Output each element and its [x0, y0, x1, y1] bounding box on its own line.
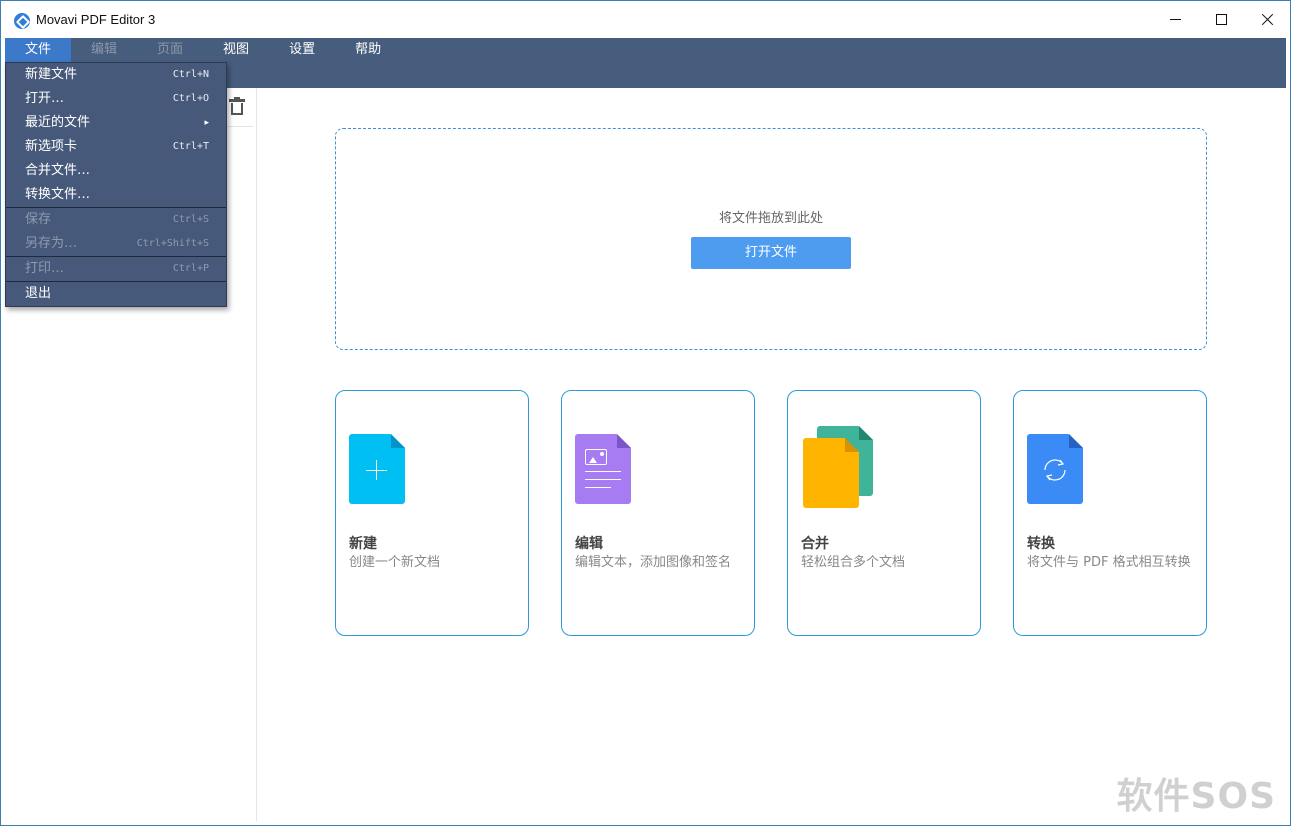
window-title: Movavi PDF Editor 3	[36, 12, 156, 27]
edit-document-icon	[575, 434, 631, 504]
card-title: 转换	[1027, 536, 1055, 552]
card-description: 编辑文本，添加图像和签名	[575, 555, 732, 570]
card-merge[interactable]: 合并 轻松组合多个文档	[787, 390, 981, 636]
menu-item-label: 另存为…	[25, 236, 78, 251]
submenu-arrow-icon: ▸	[204, 118, 209, 128]
menu-item-open[interactable]: 打开… Ctrl+O	[6, 87, 226, 111]
menu-item-label: 最近的文件	[25, 115, 91, 130]
app-window: Movavi PDF Editor 3 文件 编辑 页面 视图 设置 帮助 新建…	[0, 0, 1291, 826]
app-logo-icon	[14, 13, 30, 29]
menu-item-label: 合并文件…	[25, 163, 91, 178]
menu-item-new-tab[interactable]: 新选项卡 Ctrl+T	[6, 135, 226, 159]
file-drop-zone[interactable]: 将文件拖放到此处 打开文件	[335, 128, 1207, 350]
menu-page[interactable]: 页面	[137, 38, 203, 62]
menu-edit[interactable]: 编辑	[71, 38, 137, 62]
minimize-icon	[1169, 19, 1181, 20]
card-edit[interactable]: 编辑 编辑文本，添加图像和签名	[561, 390, 755, 636]
menu-settings[interactable]: 设置	[269, 38, 335, 62]
menu-item-label: 打印…	[25, 261, 65, 276]
menu-item-label: 退出	[25, 286, 52, 301]
menu-view[interactable]: 视图	[203, 38, 269, 62]
card-new[interactable]: 新建 创建一个新文档	[335, 390, 529, 636]
menu-item-save[interactable]: 保存 Ctrl+S	[6, 208, 226, 232]
shortcut-label: Ctrl+N	[172, 69, 209, 80]
menu-item-label: 新选项卡	[25, 139, 78, 154]
menu-bar: 文件 编辑 页面 视图 设置 帮助	[5, 38, 401, 62]
card-description: 轻松组合多个文档	[801, 555, 906, 570]
shortcut-label: Ctrl+Shift+S	[136, 238, 209, 249]
open-file-button[interactable]: 打开文件	[691, 237, 851, 269]
trash-icon[interactable]	[229, 97, 245, 115]
card-title: 新建	[349, 536, 377, 552]
watermark: 软件SOS	[1116, 776, 1276, 817]
menu-item-convert-files[interactable]: 转换文件…	[6, 183, 226, 207]
maximize-button[interactable]	[1198, 1, 1244, 38]
menu-item-label: 转换文件…	[25, 187, 91, 202]
menu-item-print[interactable]: 打印… Ctrl+P	[6, 257, 226, 281]
menu-item-new-file[interactable]: 新建文件 Ctrl+N	[6, 63, 226, 87]
title-bar: Movavi PDF Editor 3	[1, 1, 1290, 38]
card-title: 编辑	[575, 536, 603, 552]
shortcut-label: Ctrl+O	[172, 93, 209, 104]
menu-item-save-as[interactable]: 另存为… Ctrl+Shift+S	[6, 232, 226, 256]
card-description: 创建一个新文档	[349, 555, 441, 570]
merge-documents-icon	[801, 426, 873, 510]
menu-item-recent-files[interactable]: 最近的文件 ▸	[6, 111, 226, 135]
menu-item-label: 新建文件	[25, 67, 78, 82]
shortcut-label: Ctrl+T	[172, 141, 209, 152]
maximize-icon	[1215, 14, 1227, 25]
menu-item-exit[interactable]: 退出	[6, 282, 226, 306]
card-convert[interactable]: 转换 将文件与 PDF 格式相互转换	[1013, 390, 1207, 636]
menu-item-label: 保存	[25, 212, 52, 227]
menu-help[interactable]: 帮助	[335, 38, 401, 62]
convert-document-icon	[1027, 434, 1083, 504]
menu-item-label: 打开…	[25, 91, 65, 106]
shortcut-label: Ctrl+P	[172, 263, 209, 274]
drop-hint-text: 将文件拖放到此处	[718, 211, 823, 226]
menu-file[interactable]: 文件	[5, 38, 72, 62]
file-menu-dropdown: 新建文件 Ctrl+N 打开… Ctrl+O 最近的文件 ▸ 新选项卡 Ctrl…	[5, 62, 227, 307]
card-description: 将文件与 PDF 格式相互转换	[1027, 555, 1191, 570]
close-icon	[1261, 13, 1274, 26]
card-title: 合并	[801, 536, 829, 552]
new-document-icon	[349, 434, 405, 504]
menu-item-merge-files[interactable]: 合并文件…	[6, 159, 226, 183]
shortcut-label: Ctrl+S	[172, 214, 209, 225]
close-button[interactable]	[1244, 1, 1290, 38]
minimize-button[interactable]	[1152, 1, 1198, 38]
